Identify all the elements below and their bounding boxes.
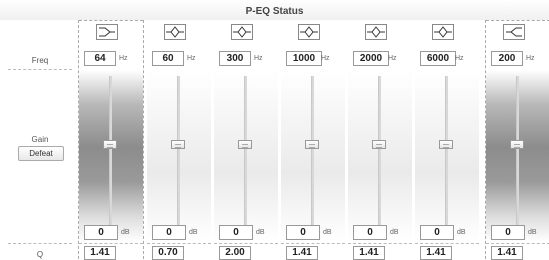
gain-unit: dB bbox=[189, 229, 198, 236]
freq-input[interactable]: 2000 bbox=[353, 51, 389, 66]
gain-unit: dB bbox=[323, 229, 332, 236]
gain-slider-track[interactable] bbox=[244, 76, 247, 238]
freq-unit: Hz bbox=[321, 55, 330, 62]
freq-unit: Hz bbox=[254, 55, 263, 62]
divider bbox=[147, 243, 211, 244]
gain-slider-thumb[interactable] bbox=[305, 140, 319, 149]
peaking-icon[interactable] bbox=[164, 24, 186, 40]
gain-unit: dB bbox=[390, 229, 399, 236]
row-labels: Freq Gain Defeat Q bbox=[8, 20, 76, 259]
peaking-icon[interactable] bbox=[365, 24, 387, 40]
freq-unit: Hz bbox=[388, 55, 397, 62]
divider bbox=[214, 243, 278, 244]
gain-input[interactable]: 0 bbox=[219, 225, 253, 240]
freq-row-label: Freq bbox=[31, 56, 49, 65]
band-6-peaking: 6000 Hz 0 dB 1.41 bbox=[415, 20, 479, 260]
gain-slider-track[interactable] bbox=[109, 76, 112, 238]
peaking-icon[interactable] bbox=[298, 24, 320, 40]
peaking-icon[interactable] bbox=[231, 24, 253, 40]
divider bbox=[348, 243, 412, 244]
divider bbox=[8, 69, 72, 70]
low-shelf-icon[interactable] bbox=[96, 24, 118, 40]
divider bbox=[486, 243, 549, 244]
freq-input[interactable]: 64 bbox=[84, 51, 116, 66]
band-7-high-shelf: 200 Hz 0 dB 1.41 bbox=[485, 20, 549, 260]
freq-unit: Hz bbox=[187, 55, 196, 62]
q-input[interactable]: 1.41 bbox=[420, 246, 452, 260]
gain-slider-thumb[interactable] bbox=[238, 140, 252, 149]
gain-slider-thumb[interactable] bbox=[439, 140, 453, 149]
gain-unit: dB bbox=[528, 229, 537, 236]
q-input[interactable]: 0.70 bbox=[152, 246, 184, 260]
q-input[interactable]: 2.00 bbox=[219, 246, 251, 260]
defeat-button[interactable]: Defeat bbox=[18, 146, 64, 161]
divider bbox=[415, 243, 479, 244]
band-5-peaking: 2000 Hz 0 dB 1.41 bbox=[348, 20, 412, 260]
gain-slider-thumb[interactable] bbox=[372, 140, 386, 149]
freq-input[interactable]: 60 bbox=[152, 51, 184, 66]
gain-unit: dB bbox=[256, 229, 265, 236]
gain-unit: dB bbox=[121, 229, 130, 236]
q-input[interactable]: 1.41 bbox=[353, 246, 385, 260]
freq-input[interactable]: 200 bbox=[491, 51, 523, 66]
gain-slider-track[interactable] bbox=[177, 76, 180, 238]
gain-input[interactable]: 0 bbox=[286, 225, 320, 240]
gain-input[interactable]: 0 bbox=[491, 225, 525, 240]
freq-unit: Hz bbox=[526, 55, 535, 62]
gain-input[interactable]: 0 bbox=[84, 225, 118, 240]
gain-slider-thumb[interactable] bbox=[171, 140, 185, 149]
gain-input[interactable]: 0 bbox=[420, 225, 454, 240]
gain-slider-thumb[interactable] bbox=[510, 140, 524, 149]
freq-input[interactable]: 6000 bbox=[420, 51, 456, 66]
q-input[interactable]: 1.41 bbox=[286, 246, 318, 260]
freq-input[interactable]: 1000 bbox=[286, 51, 322, 66]
band-1-low-shelf: 64 Hz 0 dB 1.41 bbox=[78, 20, 144, 260]
divider bbox=[79, 243, 143, 244]
gain-row-label: Gain bbox=[31, 135, 49, 144]
freq-unit: Hz bbox=[119, 55, 128, 62]
gain-slider-track[interactable] bbox=[378, 76, 381, 238]
gain-unit: dB bbox=[457, 229, 466, 236]
freq-input[interactable]: 300 bbox=[219, 51, 251, 66]
divider bbox=[8, 243, 72, 244]
q-input[interactable]: 1.41 bbox=[84, 246, 116, 260]
peaking-icon[interactable] bbox=[432, 24, 454, 40]
gain-input[interactable]: 0 bbox=[152, 225, 186, 240]
gain-slider-thumb[interactable] bbox=[103, 140, 117, 149]
gain-slider-track[interactable] bbox=[516, 76, 519, 238]
band-3-peaking: 300 Hz 0 dB 2.00 bbox=[214, 20, 278, 260]
gain-input[interactable]: 0 bbox=[353, 225, 387, 240]
gain-slider-track[interactable] bbox=[445, 76, 448, 238]
q-row-label: Q bbox=[36, 250, 44, 259]
divider bbox=[281, 243, 345, 244]
gain-slider-track[interactable] bbox=[311, 76, 314, 238]
q-input[interactable]: 1.41 bbox=[491, 246, 523, 260]
high-shelf-icon[interactable] bbox=[503, 24, 525, 40]
band-4-peaking: 1000 Hz 0 dB 1.41 bbox=[281, 20, 345, 260]
freq-unit: Hz bbox=[455, 55, 464, 62]
band-2-peaking: 60 Hz 0 dB 0.70 bbox=[147, 20, 211, 260]
panel-title: P-EQ Status bbox=[0, 0, 549, 20]
